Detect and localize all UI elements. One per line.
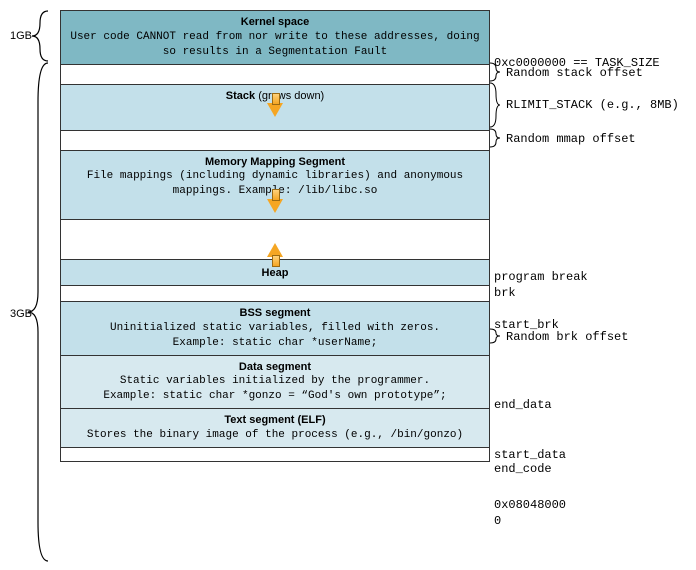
- text-title: Text segment (ELF): [67, 413, 483, 428]
- data-title: Data segment: [67, 360, 483, 375]
- mmap-title: Memory Mapping Segment: [67, 155, 483, 170]
- label-end-data: end_data: [494, 398, 552, 412]
- bss-desc1: Uninitialized static variables, filled w…: [67, 321, 483, 336]
- label-rlimit-stack: RLIMIT_STACK (e.g., 8MB): [506, 98, 679, 112]
- brace-rlimit: [488, 82, 502, 128]
- brace-rand-stack: [488, 62, 502, 82]
- stack-title: Stack: [226, 90, 255, 102]
- brace-1gb: [10, 10, 50, 66]
- bss-desc2: Example: static char *userName;: [67, 336, 483, 351]
- bss-title: BSS segment: [67, 306, 483, 321]
- random-brk-offset-gap: [60, 286, 490, 302]
- label-random-stack-offset: Random stack offset: [506, 66, 643, 80]
- text-segment: Text segment (ELF) Stores the binary ima…: [60, 409, 490, 448]
- brace-rand-mmap: [488, 128, 502, 148]
- label-start-data: start_data: [494, 448, 566, 462]
- brace-3gb: [10, 62, 50, 566]
- null-gap: [60, 448, 490, 462]
- data-desc1: Static variables initialized by the prog…: [67, 374, 483, 389]
- mmap-heap-gap: [60, 220, 490, 260]
- data-segment: Data segment Static variables initialize…: [60, 356, 490, 410]
- stack-grows-down-arrow: [67, 103, 483, 119]
- kernel-space-segment: Kernel space User code CANNOT read from …: [60, 10, 490, 65]
- address-space-column: Kernel space User code CANNOT read from …: [60, 10, 490, 462]
- text-desc: Stores the binary image of the process (…: [67, 428, 483, 443]
- label-random-mmap-offset: Random mmap offset: [506, 132, 636, 146]
- label-zero: 0: [494, 514, 501, 528]
- data-desc2: Example: static char *gonzo = “God's own…: [67, 389, 483, 404]
- label-program-break: program break: [494, 270, 588, 284]
- bss-segment: BSS segment Uninitialized static variabl…: [60, 302, 490, 356]
- heap-title: Heap: [67, 266, 483, 281]
- left-size-column: 1GB 3GB: [10, 10, 60, 462]
- label-brk: brk: [494, 286, 516, 300]
- stack-segment: Stack (grows down): [60, 85, 490, 131]
- kernel-desc: User code CANNOT read from nor write to …: [67, 30, 483, 60]
- random-mmap-offset-gap: [60, 131, 490, 151]
- mmap-grows-down-arrow: [67, 199, 483, 215]
- kernel-title: Kernel space: [67, 15, 483, 30]
- label-end-code: end_code: [494, 462, 552, 476]
- label-random-brk-offset: Random brk offset: [506, 330, 628, 344]
- label-text-addr: 0x08048000: [494, 498, 566, 512]
- heap-grows-up-arrow: [61, 241, 489, 257]
- brace-rand-brk: [488, 328, 502, 344]
- stack-suffix: (grows down): [255, 90, 324, 102]
- memory-layout-diagram: 1GB 3GB Kernel space User code CANNOT re…: [10, 10, 686, 462]
- mmap-segment: Memory Mapping Segment File mappings (in…: [60, 151, 490, 221]
- address-labels-column: 0xc0000000 == TASK_SIZE Random stack off…: [490, 10, 686, 462]
- random-stack-offset-gap: [60, 65, 490, 85]
